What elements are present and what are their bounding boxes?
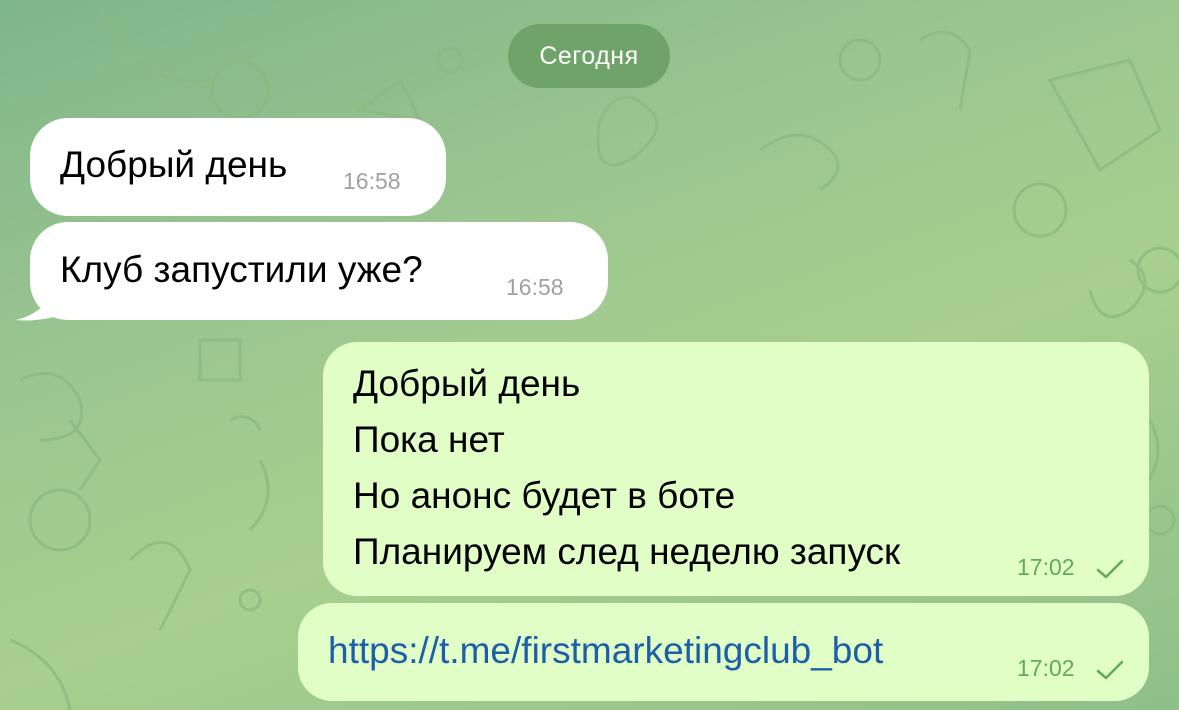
message-time: 17:02 — [1017, 655, 1075, 681]
message-time: 16:58 — [506, 274, 564, 300]
date-separator: Сегодня — [508, 24, 670, 88]
message-time: 17:02 — [1017, 554, 1075, 580]
message-text: Добрый день — [60, 144, 288, 185]
outgoing-message-bubble[interactable]: Добрый день Пока нет Но анонс будет в бо… — [323, 342, 1149, 596]
incoming-bubble-tail — [16, 282, 72, 321]
outgoing-link-message-bubble[interactable]: https://t.me/firstmarketingclub_bot 17:0… — [298, 603, 1149, 701]
incoming-message-bubble[interactable]: Клуб запустили уже? 16:58 — [30, 222, 608, 320]
sent-check-icon — [1096, 660, 1124, 680]
message-text: Клуб запустили уже? — [60, 249, 423, 290]
message-time: 16:58 — [343, 168, 401, 194]
sent-check-icon — [1096, 559, 1124, 579]
bot-link[interactable]: https://t.me/firstmarketingclub_bot — [328, 630, 883, 672]
message-text: Добрый день Пока нет Но анонс будет в бо… — [353, 363, 901, 572]
incoming-message-bubble[interactable]: Добрый день 16:58 — [30, 118, 446, 216]
